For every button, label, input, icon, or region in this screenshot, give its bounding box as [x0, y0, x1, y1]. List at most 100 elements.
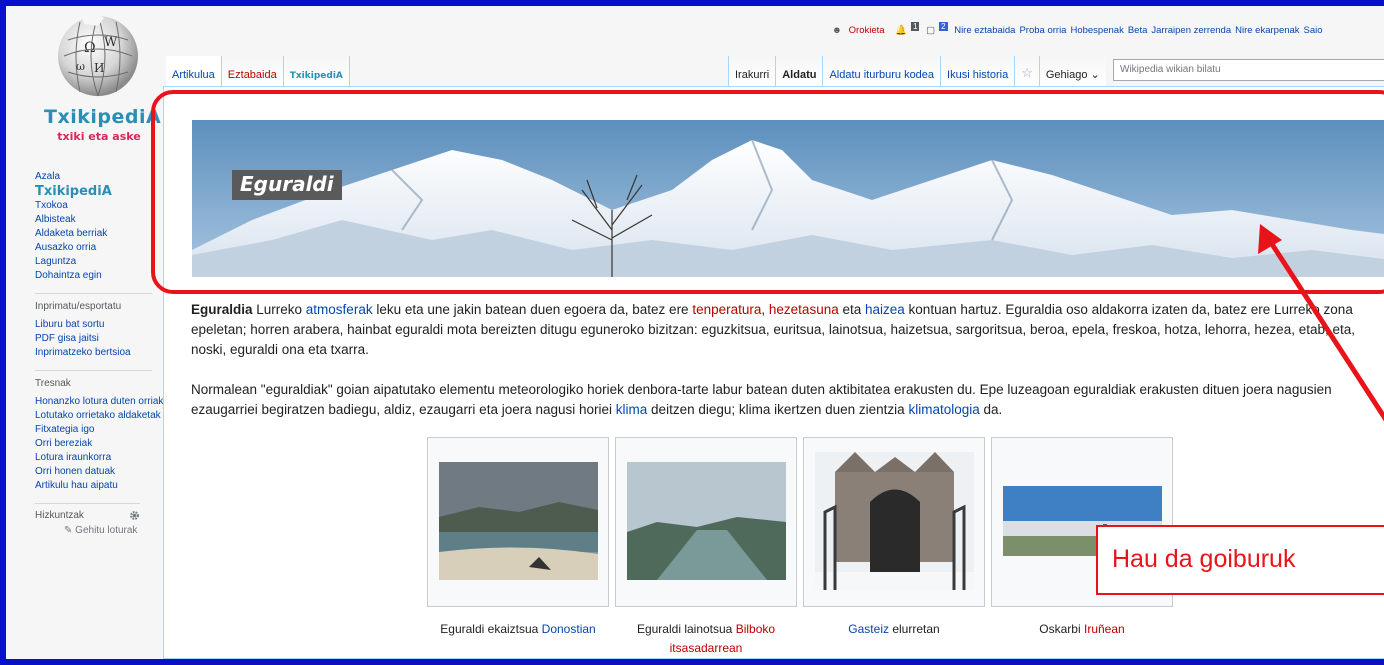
- bell-icon: 🔔: [895, 25, 908, 37]
- sidebar-item[interactable]: Fitxategia igo: [6, 423, 166, 437]
- tab-edit-source[interactable]: Aldatu iturburu kodea: [822, 56, 941, 86]
- article-link[interactable]: haizea: [865, 302, 905, 317]
- add-links-label: Gehitu loturak: [75, 525, 138, 536]
- gallery-item: Eguraldi ekaiztsua Donostian: [427, 437, 609, 639]
- sidebar-tools-links: Honanzko lotura duten orriak Lotutako orr…: [6, 395, 166, 493]
- watch-star-icon[interactable]: ☆: [1014, 56, 1039, 86]
- message-count: 2: [939, 22, 948, 31]
- messages-button[interactable]: ▢ 2: [926, 22, 948, 37]
- svg-text:И: И: [94, 61, 104, 75]
- sidebar-item[interactable]: Artikulu hau aipatu: [6, 479, 166, 493]
- caption-text: Eguraldi lainotsua: [636, 622, 736, 636]
- tab-history[interactable]: Ikusi historia: [940, 56, 1015, 86]
- sidebar-heading-languages: Hizkuntzak: [35, 503, 140, 521]
- article-paragraph-1: Eguraldia Lurreko atmosferak leku eta un…: [191, 300, 1384, 360]
- gallery-caption: Eguraldi ekaiztsua Donostian: [427, 620, 609, 639]
- personal-link[interactable]: Saio: [1304, 25, 1323, 36]
- personal-links: Nire eztabaida Proba orria Hobespenak Beta J…: [954, 25, 1326, 36]
- tab-edit[interactable]: Aldatu: [775, 56, 823, 86]
- caption-text: elurretan: [888, 622, 940, 636]
- sidebar-main-links: Azala TxikipediA Txokoa Albisteak Aldaketa b…: [6, 170, 166, 283]
- sidebar-heading-tools[interactable]: Tresnak: [35, 370, 152, 391]
- svg-text:W: W: [104, 35, 118, 50]
- tab-txikipedia[interactable]: TxikipediA: [283, 56, 350, 86]
- sidebar-item[interactable]: Txokoa: [6, 199, 166, 213]
- gallery-caption: Gasteiz elurretan: [803, 620, 985, 639]
- personal-link[interactable]: Hobespenak: [1070, 25, 1123, 36]
- sidebar-item[interactable]: Azala: [6, 170, 166, 184]
- caption-link[interactable]: Iruñean: [1084, 622, 1125, 636]
- sidebar-item[interactable]: Laguntza: [6, 255, 166, 269]
- more-label: Gehiago: [1045, 69, 1088, 81]
- article-link[interactable]: atmosferak: [306, 302, 373, 317]
- sidebar-item[interactable]: Lotura iraunkorra: [6, 451, 166, 465]
- sidebar-item[interactable]: Dohaintza egin: [6, 269, 166, 283]
- personal-tools: ☻ Orokieta 🔔 1 ▢ 2 Nire eztabaida Proba orr…: [832, 22, 1384, 36]
- article-text: ,: [761, 302, 769, 317]
- sidebar-item[interactable]: PDF gisa jaitsi: [6, 332, 166, 346]
- personal-link[interactable]: Jarraipen zerrenda: [1151, 25, 1231, 36]
- gallery-image-frame[interactable]: [803, 437, 985, 607]
- caption-link[interactable]: Gasteiz: [848, 622, 889, 636]
- tab-read[interactable]: Irakurri: [728, 56, 776, 86]
- namespace-tabs: Artikulua Eztabaida TxikipediA: [166, 56, 350, 86]
- user-link[interactable]: ☻ Orokieta: [832, 25, 889, 36]
- sidebar-item[interactable]: TxikipediA: [6, 184, 166, 199]
- article-link[interactable]: tenperatura: [692, 302, 761, 317]
- sidebar-item[interactable]: Orri honen datuak: [6, 465, 166, 479]
- article-link[interactable]: klima: [616, 402, 648, 417]
- gallery-photo[interactable]: [439, 462, 598, 580]
- gallery-item: Eguraldi lainotsua Bilboko itsasadarrean: [615, 437, 797, 658]
- pencil-icon: ✎: [64, 525, 73, 536]
- article-text: Eguraldia: [191, 302, 253, 317]
- article-text: leku eta une jakin batean duen egoera da…: [372, 302, 693, 317]
- more-dropdown[interactable]: Gehiago ⌄: [1038, 56, 1106, 86]
- article-text: eta: [838, 302, 865, 317]
- gear-icon[interactable]: [129, 510, 140, 521]
- logo-subtitle: txiki eta aske: [57, 130, 141, 143]
- chevron-down-icon: ⌄: [1090, 69, 1100, 81]
- site-logo[interactable]: Ω W И ω TxikipediA txiki eta aske: [42, 12, 161, 162]
- tab-talk[interactable]: Eztabaida: [221, 56, 284, 86]
- article-text: da.: [979, 402, 1003, 417]
- personal-link[interactable]: Nire ekarpenak: [1235, 25, 1299, 36]
- article-link[interactable]: hezetasuna: [769, 302, 839, 317]
- svg-text:Ω: Ω: [84, 40, 96, 56]
- personal-link[interactable]: Nire eztabaida: [954, 25, 1015, 36]
- article-link[interactable]: klimatologia: [908, 402, 979, 417]
- sidebar-item[interactable]: Honanzko lotura duten orriak: [6, 395, 166, 409]
- sidebar-item[interactable]: Albisteak: [6, 213, 166, 227]
- caption-text: Eguraldi ekaiztsua: [440, 622, 542, 636]
- sidebar-item[interactable]: Inprimatzeko bertsioa: [6, 346, 166, 360]
- personal-link[interactable]: Proba orria: [1019, 25, 1066, 36]
- callout-box: Hau da goiburuk: [1096, 525, 1384, 595]
- article-text: Lurreko: [252, 302, 306, 317]
- gallery-photo[interactable]: [815, 452, 974, 590]
- gallery-item: Gasteiz elurretan: [803, 437, 985, 639]
- gallery-image-frame[interactable]: [427, 437, 609, 607]
- username: Orokieta: [848, 25, 885, 37]
- svg-text:ω: ω: [76, 60, 85, 73]
- article-text: deitzen diegu; klima ikertzen duen zient…: [647, 402, 909, 417]
- user-icon: ☻: [832, 25, 842, 37]
- inbox-icon: ▢: [926, 25, 936, 37]
- add-language-links[interactable]: ✎ Gehitu loturak: [6, 525, 166, 536]
- sidebar-item[interactable]: Orri bereziak: [6, 437, 166, 451]
- sidebar-item[interactable]: Liburu bat sortu: [6, 318, 166, 332]
- tab-article[interactable]: Artikulua: [166, 56, 222, 86]
- sidebar-item[interactable]: Ausazko orria: [6, 241, 166, 255]
- sidebar-nav: Azala TxikipediA Txokoa Albisteak Aldaketa b…: [6, 166, 166, 536]
- sidebar-item[interactable]: Lotutako orrietako aldaketak: [6, 409, 166, 423]
- gallery-image-frame[interactable]: [615, 437, 797, 607]
- sidebar-item[interactable]: Aldaketa berriak: [6, 227, 166, 241]
- notifications-button[interactable]: 🔔 1: [895, 22, 920, 37]
- gallery-photo[interactable]: [627, 462, 786, 580]
- personal-link[interactable]: Beta: [1128, 25, 1148, 36]
- search-input[interactable]: Wikipedia wikian bilatu: [1113, 59, 1384, 81]
- sidebar-heading-print[interactable]: Inprimatu/esportatu: [35, 293, 152, 314]
- caption-text: Oskarbi: [1039, 622, 1084, 636]
- view-tabs: Irakurri Aldatu Aldatu iturburu kodea Ik…: [728, 56, 1106, 86]
- caption-link[interactable]: Donostian: [542, 622, 596, 636]
- gallery-caption: Oskarbi Iruñean: [991, 620, 1173, 639]
- sidebar-print-links: Liburu bat sortu PDF gisa jaitsi Inprimatz…: [6, 318, 166, 360]
